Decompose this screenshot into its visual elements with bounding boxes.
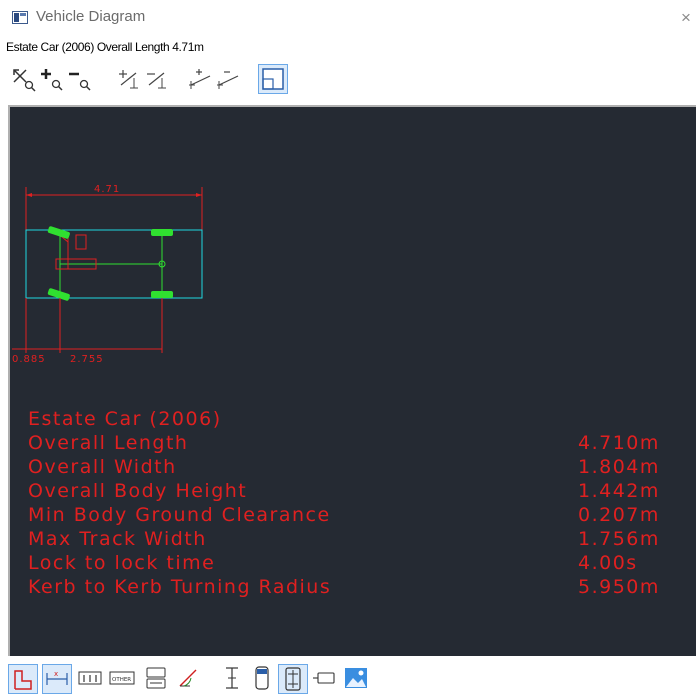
axles-button[interactable] — [76, 664, 106, 694]
spec-value-turning-radius: 5.950m — [578, 576, 660, 598]
spec-label-turning-radius: Kerb to Kerb Turning Radius — [28, 576, 331, 598]
spec-label-body-height: Overall Body Height — [28, 480, 247, 502]
spec-value-overall-length: 4.710m — [578, 432, 660, 454]
height-button[interactable] — [218, 664, 248, 694]
spec-value-track-width: 1.756m — [578, 528, 660, 550]
zoom-out-button[interactable] — [64, 64, 94, 94]
export-picture-button[interactable] — [342, 664, 372, 694]
window-title: Vehicle Diagram — [36, 8, 146, 25]
spec-table: Estate Car (2006) Overall Length 4.710m … — [28, 408, 660, 598]
dim-front-overhang-label: 0.885 — [12, 354, 46, 365]
other-button[interactable]: OTHER — [108, 664, 138, 694]
zoom-in-button[interactable] — [36, 64, 66, 94]
plan-view-icon — [14, 670, 32, 690]
spec-label-overall-width: Overall Width — [28, 456, 177, 478]
spec-value-body-height: 1.442m — [578, 480, 660, 502]
add-offset-dimension-button[interactable] — [186, 64, 216, 94]
zoom-out-icon — [69, 72, 91, 91]
dim-top-label: 4.71 — [94, 184, 120, 195]
spec-label-track-width: Max Track Width — [28, 528, 207, 550]
height-icon — [226, 667, 238, 689]
title-bar: Vehicle Diagram × — [0, 0, 696, 38]
vehicle-summary: Estate Car (2006) Overall Length 4.71m — [6, 40, 204, 54]
spec-value-lock-time: 4.00s — [578, 552, 638, 574]
spec-label-ground-clearance: Min Body Ground Clearance — [28, 504, 331, 526]
frame-view-button[interactable] — [258, 64, 288, 94]
remove-offset-dimension-button[interactable] — [214, 64, 244, 94]
rear-left-wheel — [151, 229, 173, 236]
front-left-wheel — [47, 226, 70, 239]
plan-view-button[interactable] — [8, 664, 38, 694]
axles-icon — [78, 671, 102, 685]
zoom-extents-button[interactable] — [8, 64, 38, 94]
add-dimension-button[interactable] — [114, 64, 144, 94]
spec-value-overall-width: 1.804m — [578, 456, 660, 478]
remove-offset-dimension-icon — [217, 71, 239, 89]
dim-wheelbase-label: 2.755 — [70, 354, 104, 365]
frame-view-icon — [262, 68, 284, 90]
axle-position-dimension — [12, 298, 163, 353]
svg-text:x: x — [54, 670, 58, 678]
spec-label-lock-time: Lock to lock time — [28, 552, 215, 574]
front-right-wheel — [47, 288, 70, 301]
chassis-button[interactable] — [278, 664, 308, 694]
vehicle-diagram-canvas[interactable]: 4.71 0.885 2.755 Estate Car (2006) Overa… — [8, 105, 696, 656]
body-outline-icon — [255, 666, 269, 690]
body-outline-button[interactable] — [248, 664, 278, 694]
chassis-icon — [285, 667, 301, 691]
side-view-icon — [146, 667, 166, 689]
remove-dimension-button[interactable] — [142, 64, 172, 94]
close-button[interactable]: × — [676, 7, 696, 29]
side-view-button[interactable] — [142, 664, 172, 694]
steering-angle-button[interactable] — [174, 664, 204, 694]
remove-dimension-icon — [147, 72, 166, 89]
spec-value-ground-clearance: 0.207m — [578, 504, 660, 526]
zoom-extents-icon — [13, 69, 36, 92]
vehicle-diagram: 4.71 0.885 2.755 Estate Car (2006) Overa… — [12, 184, 660, 598]
zoom-in-icon — [41, 69, 63, 91]
spec-label-overall-length: Overall Length — [28, 432, 188, 454]
trailer-icon — [313, 672, 335, 684]
other-icon-label: OTHER — [112, 677, 131, 683]
picture-icon — [345, 668, 367, 688]
trailer-button[interactable] — [310, 664, 340, 694]
add-dimension-icon — [119, 70, 138, 89]
app-window-icon — [12, 11, 28, 24]
add-offset-dimension-icon — [189, 69, 211, 89]
rear-right-wheel — [151, 291, 173, 298]
spec-title: Estate Car (2006) — [28, 408, 222, 430]
steering-angle-icon — [179, 669, 197, 687]
other-icon: OTHER — [109, 671, 135, 685]
width-button[interactable]: x — [42, 664, 72, 694]
width-icon: x — [46, 670, 68, 685]
